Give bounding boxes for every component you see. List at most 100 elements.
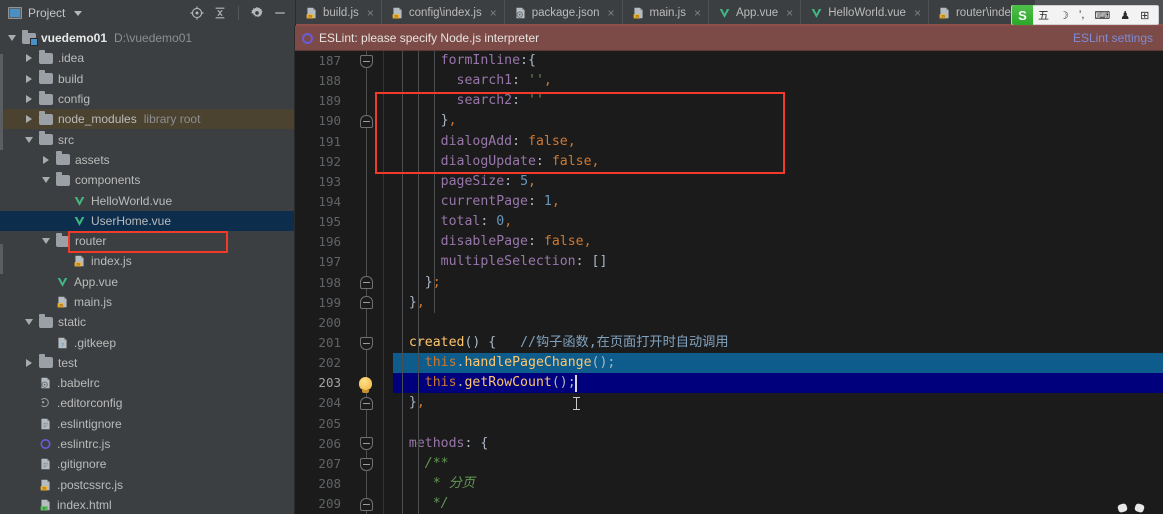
tree-item-static[interactable]: static	[0, 312, 294, 332]
ime-keyboard-icon[interactable]: ⌨	[1089, 9, 1115, 22]
code-line[interactable]: /**	[393, 454, 1163, 474]
code-line[interactable]: methods: {	[393, 434, 1163, 454]
fold-open-icon[interactable]	[360, 54, 373, 68]
collapse-arrow-icon[interactable]	[23, 319, 35, 326]
ime-apps-icon[interactable]: ⊞	[1135, 9, 1154, 22]
sidebar-scrollbar-thumb[interactable]	[0, 54, 3, 150]
fold-open-icon[interactable]	[360, 437, 373, 451]
eslint-settings-link[interactable]: ESLint settings	[1073, 31, 1153, 45]
code-line[interactable]: },	[393, 111, 1163, 131]
code-line[interactable]: total: 0,	[393, 212, 1163, 232]
code-line[interactable]: };	[393, 273, 1163, 293]
code-line[interactable]: formInline:{	[393, 51, 1163, 71]
collapse-arrow-icon[interactable]	[40, 238, 52, 245]
fold-close-icon[interactable]	[360, 276, 373, 290]
tree-item-indexhtml[interactable]: Hindex.html	[0, 495, 294, 514]
fold-close-icon[interactable]	[360, 497, 373, 511]
tree-item-appvue[interactable]: App.vue	[0, 272, 294, 292]
expand-arrow-icon[interactable]	[23, 54, 35, 63]
hide-panel-icon[interactable]	[273, 6, 287, 20]
tree-item-mainjs[interactable]: JS main.js	[0, 292, 294, 312]
intention-bulb-icon[interactable]	[359, 377, 372, 394]
ime-punctuation-icon[interactable]: ’,	[1074, 9, 1090, 21]
tree-item-node_modules[interactable]: node_modules library root	[0, 109, 294, 130]
tree-item-test[interactable]: test	[0, 353, 294, 373]
locate-icon[interactable]	[190, 6, 204, 20]
tree-item-assets[interactable]: assets	[0, 150, 294, 170]
tree-item-build[interactable]: build	[0, 69, 294, 89]
tree-item-editorconfig[interactable]: .editorconfig	[0, 393, 294, 413]
editor-tab-build-js[interactable]: JS build.js ×	[296, 0, 382, 26]
tree-item-userhomevue[interactable]: UserHome.vue	[0, 210, 294, 231]
tab-close-icon[interactable]: ×	[367, 6, 374, 20]
editor-tab-app-vue[interactable]: App.vue ×	[708, 0, 802, 26]
tree-item-eslintrcjs[interactable]: .eslintrc.js	[0, 434, 294, 454]
code-line[interactable]: * 分页	[393, 474, 1163, 494]
collapse-arrow-icon[interactable]	[40, 177, 52, 184]
project-panel-title-group[interactable]: Project	[8, 6, 83, 20]
code-line[interactable]: },	[393, 293, 1163, 313]
code-line[interactable]: this.handlePageChange();	[393, 353, 1163, 374]
ime-toolbar[interactable]: S 五 ☽ ’, ⌨ ♟ ⊞	[1011, 5, 1160, 25]
tree-item-vuedemo01[interactable]: vuedemo01 D:\vuedemo01	[0, 28, 294, 48]
tree-item-idea[interactable]: .idea	[0, 48, 294, 68]
editor-tab-main-js[interactable]: JS main.js ×	[622, 0, 709, 26]
tree-item-gitignore[interactable]: .gitignore	[0, 454, 294, 474]
tree-item-config[interactable]: config	[0, 89, 294, 109]
expand-arrow-icon[interactable]	[23, 115, 35, 124]
code-line[interactable]: dialogUpdate: false,	[393, 152, 1163, 172]
code-line[interactable]: created() { //钩子函数,在页面打开时自动调用	[393, 333, 1163, 353]
code-editor[interactable]: 187 188 189 190 191 192 193 194 195 196 197 198 199 2…	[295, 51, 1163, 514]
tree-item-eslintignore[interactable]: .eslintignore	[0, 414, 294, 434]
sidebar-scrollbar-thumb-2[interactable]	[0, 244, 3, 274]
fold-close-icon[interactable]	[360, 397, 373, 411]
fold-open-icon[interactable]	[360, 457, 373, 471]
code-line[interactable]	[393, 414, 1163, 434]
fold-open-icon[interactable]	[360, 336, 373, 350]
code-line[interactable]: search1: '',	[393, 71, 1163, 91]
tab-close-icon[interactable]: ×	[786, 6, 793, 20]
tree-item-postcssrcjs[interactable]: JS .postcssrc.js	[0, 475, 294, 495]
fold-close-icon[interactable]	[360, 296, 373, 310]
editor-gutter[interactable]: 187 188 189 190 191 192 193 194 195 196 197 198 199 2…	[295, 51, 393, 514]
ime-user-icon[interactable]: ♟	[1115, 9, 1135, 22]
fold-close-icon[interactable]	[360, 114, 373, 128]
tab-close-icon[interactable]: ×	[608, 6, 615, 20]
tree-item-babelrc[interactable]: .babelrc	[0, 373, 294, 393]
tab-close-icon[interactable]: ×	[914, 6, 921, 20]
tab-close-icon[interactable]: ×	[694, 6, 701, 20]
code-line[interactable]: pageSize: 5,	[393, 172, 1163, 192]
code-line[interactable]: */	[393, 494, 1163, 514]
tree-item-helloworldvue[interactable]: HelloWorld.vue	[0, 190, 294, 210]
editor-tab-helloworld-vue[interactable]: HelloWorld.vue ×	[801, 0, 929, 26]
ime-mode-icon[interactable]: 五	[1033, 7, 1054, 23]
code-line[interactable]: disablePage: false,	[393, 232, 1163, 252]
chevron-down-icon[interactable]	[74, 10, 83, 16]
code-line[interactable]: dialogAdd: false,	[393, 132, 1163, 152]
editor-tab-package-json[interactable]: package.json ×	[504, 0, 623, 26]
sidebar-scrollbar[interactable]	[0, 26, 3, 514]
collapse-arrow-icon[interactable]	[6, 35, 18, 42]
code-line[interactable]: search2: ''	[393, 91, 1163, 111]
settings-gear-icon[interactable]	[250, 6, 264, 20]
tab-close-icon[interactable]: ×	[490, 6, 497, 20]
ime-logo-icon[interactable]: S	[1012, 5, 1033, 25]
code-line[interactable]: currentPage: 1,	[393, 192, 1163, 212]
code-line[interactable]: },	[393, 393, 1163, 413]
tree-item-indexjs[interactable]: JS index.js	[0, 251, 294, 271]
code-line[interactable]	[393, 313, 1163, 333]
expand-arrow-icon[interactable]	[23, 358, 35, 367]
tree-item-router[interactable]: router	[0, 231, 294, 251]
tree-item-src[interactable]: src	[0, 129, 294, 149]
editor-tab-config-index-js[interactable]: JS config\index.js ×	[381, 0, 505, 26]
expand-arrow-icon[interactable]	[40, 155, 52, 164]
collapse-arrow-icon[interactable]	[23, 136, 35, 143]
tree-item-components[interactable]: components	[0, 170, 294, 190]
code-line[interactable]: this.getRowCount();	[393, 373, 1163, 394]
code-text-area[interactable]: formInline:{ search1: '', search2: '' },…	[393, 51, 1163, 514]
ime-moon-icon[interactable]: ☽	[1054, 9, 1074, 22]
expand-arrow-icon[interactable]	[23, 74, 35, 83]
collapse-all-icon[interactable]	[213, 6, 227, 20]
code-line[interactable]: multipleSelection: []	[393, 252, 1163, 272]
tree-item-gitkeep[interactable]: ? .gitkeep	[0, 332, 294, 352]
